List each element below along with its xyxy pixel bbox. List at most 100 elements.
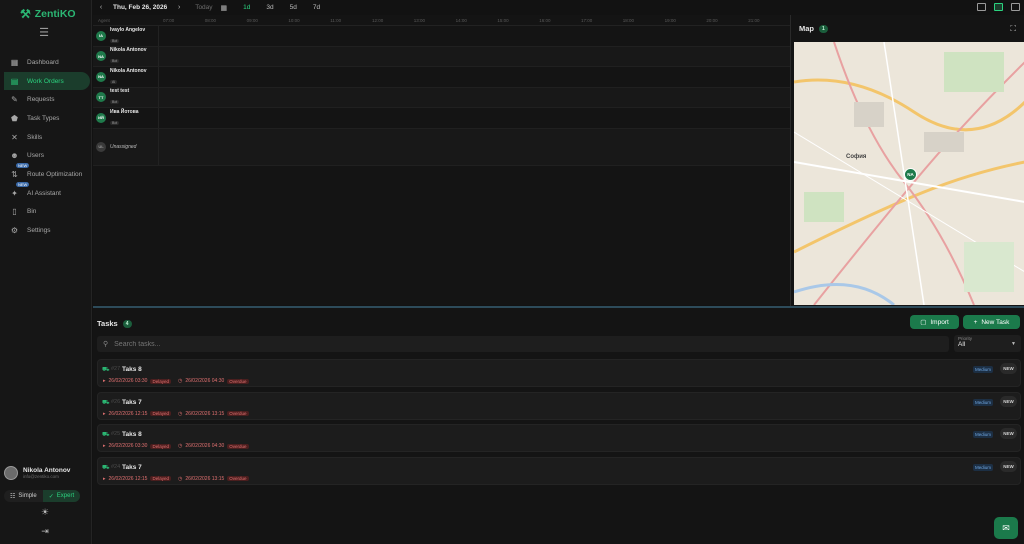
task-end: 26/02/2026 13:15 [185, 475, 225, 482]
sidebar-item-label: Bin [27, 208, 37, 216]
task-end: 26/02/2026 13:15 [185, 410, 225, 417]
sidebar-item-requests[interactable]: ✎ Requests [0, 90, 92, 109]
agent-info: Ива Йотова Bot [110, 109, 139, 127]
clock-icon: ◷ [177, 443, 183, 449]
sidebar-item-label: Users [27, 152, 44, 160]
range-5d[interactable]: 5d [290, 4, 297, 11]
chevron-left-icon[interactable]: ‹ [93, 4, 109, 11]
task-name: Taks 8 [122, 431, 142, 438]
chevron-down-icon: ▼ [1011, 341, 1016, 347]
sidebar-item-bin[interactable]: ▯ Bin [0, 203, 92, 222]
brand[interactable]: ⚒ ZentiKO [20, 7, 76, 21]
overdue-badge: Overdue [227, 476, 249, 481]
chat-icon[interactable]: ✉ [994, 517, 1018, 539]
import-button[interactable]: ▢ Import [910, 315, 959, 329]
range-1d[interactable]: 1d [243, 4, 250, 11]
route-icon: ⇅ [11, 169, 18, 179]
new-badge: NEW [16, 163, 30, 169]
sidebar-item-work-orders[interactable]: ▤ Work Orders [4, 71, 90, 91]
chevron-right-icon[interactable]: › [171, 4, 187, 11]
task-start: 26/02/2026 12:15 [108, 475, 148, 482]
fullscreen-icon[interactable]: ⛶ [1010, 24, 1016, 34]
map-pin[interactable]: NA [904, 168, 917, 181]
task-schedule: ▸ 26/02/2026 12:15 Delayed ◷ 26/02/2026 13:1… [103, 476, 249, 482]
truck-icon: ⛟ [102, 432, 110, 438]
time-tick: 13:00 [413, 18, 426, 23]
sun-icon[interactable]: ☀ [39, 507, 51, 519]
collapse-sidebar-icon[interactable]: ☰ [38, 28, 50, 39]
agent-info: test test Bot [110, 88, 129, 106]
tasks-title-label: Tasks [97, 319, 118, 328]
range-3d[interactable]: 3d [266, 4, 273, 11]
agent-row[interactable]: TT test test Bot [93, 87, 790, 108]
task-number: #25 [111, 431, 121, 437]
map-view[interactable]: София NA [794, 42, 1024, 305]
simple-mode-label: Simple [18, 493, 37, 499]
task-start: 26/02/2026 03:30 [108, 378, 148, 384]
grid-icon: ▦ [10, 57, 19, 67]
time-tick: 18:00 [622, 18, 635, 23]
time-tick: 17:00 [581, 18, 593, 23]
user-profile[interactable]: Nikola Antonov info@zentiko.com [4, 466, 70, 480]
agent-name: Unassigned [110, 143, 137, 150]
calendar-toolbar: ‹ Thu, Feb 26, 2026 › Today ▦ 1d 3d 5d 7… [93, 0, 1024, 15]
agent-row[interactable]: ИЙ Ива Йотова Bot [93, 108, 790, 129]
task-card[interactable]: ⛟ #26 Taks 7 ▸ 26/02/2026 12:15 Delayed ◷ 26/02… [97, 391, 1021, 420]
map-panel: Map 1 ⛶ София NA [790, 15, 1024, 306]
sidebar-item-label: Skills [27, 133, 43, 141]
time-tick: 14:00 [455, 18, 467, 23]
expert-mode-button[interactable]: ✓ Expert [42, 490, 81, 502]
status-badge: NEW [1000, 428, 1017, 439]
logout-icon[interactable]: ⇥ [39, 526, 51, 538]
split-view-icon[interactable] [994, 3, 1003, 11]
time-header: Agent 07:00 08:00 09:00 10:00 11:00 12:00 13:0… [93, 15, 790, 26]
gear-icon: ⚙ [10, 226, 19, 236]
map-title: Map 1 [799, 24, 828, 33]
agent-row[interactable]: IA Ivaylo Angelov Bot [93, 26, 790, 47]
task-card[interactable]: ⛟ #24 Taks 7 ▸ 26/02/2026 12:15 Delayed ◷ 26/02… [97, 456, 1021, 485]
task-name: Taks 7 [122, 463, 142, 471]
logo-icon: ⚒ [20, 7, 31, 21]
table-view-icon[interactable] [977, 3, 986, 11]
new-task-button[interactable]: + New Task [963, 315, 1020, 329]
scheduler-empty-area[interactable] [93, 167, 790, 305]
sidebar-item-users[interactable]: ☻ Users [0, 146, 92, 165]
task-card[interactable]: ⛟ #25 Taks 8 ▸ 26/02/2026 03:30 Delayed ◷ 26/02… [97, 424, 1021, 452]
sidebar-item-task-types[interactable]: ⬟ Task Types [0, 109, 92, 128]
agent-row[interactable]: NA Nikola Antonov Ai [93, 67, 790, 88]
task-end: 26/02/2026 04:30 [185, 443, 225, 449]
sidebar-item-settings[interactable]: ⚙ Settings [0, 221, 92, 240]
today-button[interactable]: Today [195, 4, 212, 11]
agent-row[interactable]: NA Nikola Antonov Bot [93, 46, 790, 67]
current-date: Thu, Feb 26, 2026 [113, 4, 168, 11]
clock-icon: ◷ [177, 475, 183, 482]
sidebar-item-ai-assistant[interactable]: ✦ NEW AI Assistant [0, 181, 92, 203]
clock-icon: ◷ [177, 410, 183, 417]
agent-tag: Ai [110, 79, 118, 84]
sidebar-item-dashboard[interactable]: ▦ Dashboard [0, 53, 92, 72]
sidebar-item-route-optimization[interactable]: ⇅ NEW Route Optimization [0, 163, 92, 184]
sidebar-item-label: Work Orders [27, 77, 64, 85]
sidebar-item-label: AI Assistant [27, 189, 61, 197]
delayed-badge: Delayed [150, 476, 171, 481]
range-7d[interactable]: 7d [313, 4, 320, 11]
status-badge: NEW [1000, 363, 1017, 374]
sidebar-item-skills[interactable]: ✕ Skills [0, 128, 92, 147]
sidebar-nav: ▦ Dashboard ▤ Work Orders ✎ Requests ⬟ T… [0, 53, 92, 240]
avatar: TT [96, 92, 106, 103]
simple-mode-button[interactable]: ☷ Simple [4, 490, 43, 502]
time-tick: 08:00 [204, 18, 217, 23]
task-end: 26/02/2026 04:30 [185, 378, 225, 384]
truck-icon: ⛟ [102, 367, 110, 373]
priority-select[interactable]: Priority All ▼ [954, 335, 1021, 352]
overdue-badge: Overdue [227, 378, 249, 384]
calendar-icon[interactable]: ▦ [221, 4, 228, 12]
task-number: #26 [111, 398, 121, 405]
agent-row[interactable]: UL Unassigned [93, 128, 790, 166]
new-task-label: New Task [981, 318, 1010, 326]
task-schedule: ▸ 26/02/2026 03:30 Delayed ◷ 26/02/2026 04:3… [103, 378, 249, 384]
grid-view-icon[interactable] [1011, 3, 1020, 11]
task-card[interactable]: ⛟ #27 Taks 8 ▸ 26/02/2026 03:30 Delayed ◷ 26/02… [97, 359, 1021, 387]
search-input[interactable] [114, 340, 515, 348]
avatar: ИЙ [96, 112, 106, 123]
